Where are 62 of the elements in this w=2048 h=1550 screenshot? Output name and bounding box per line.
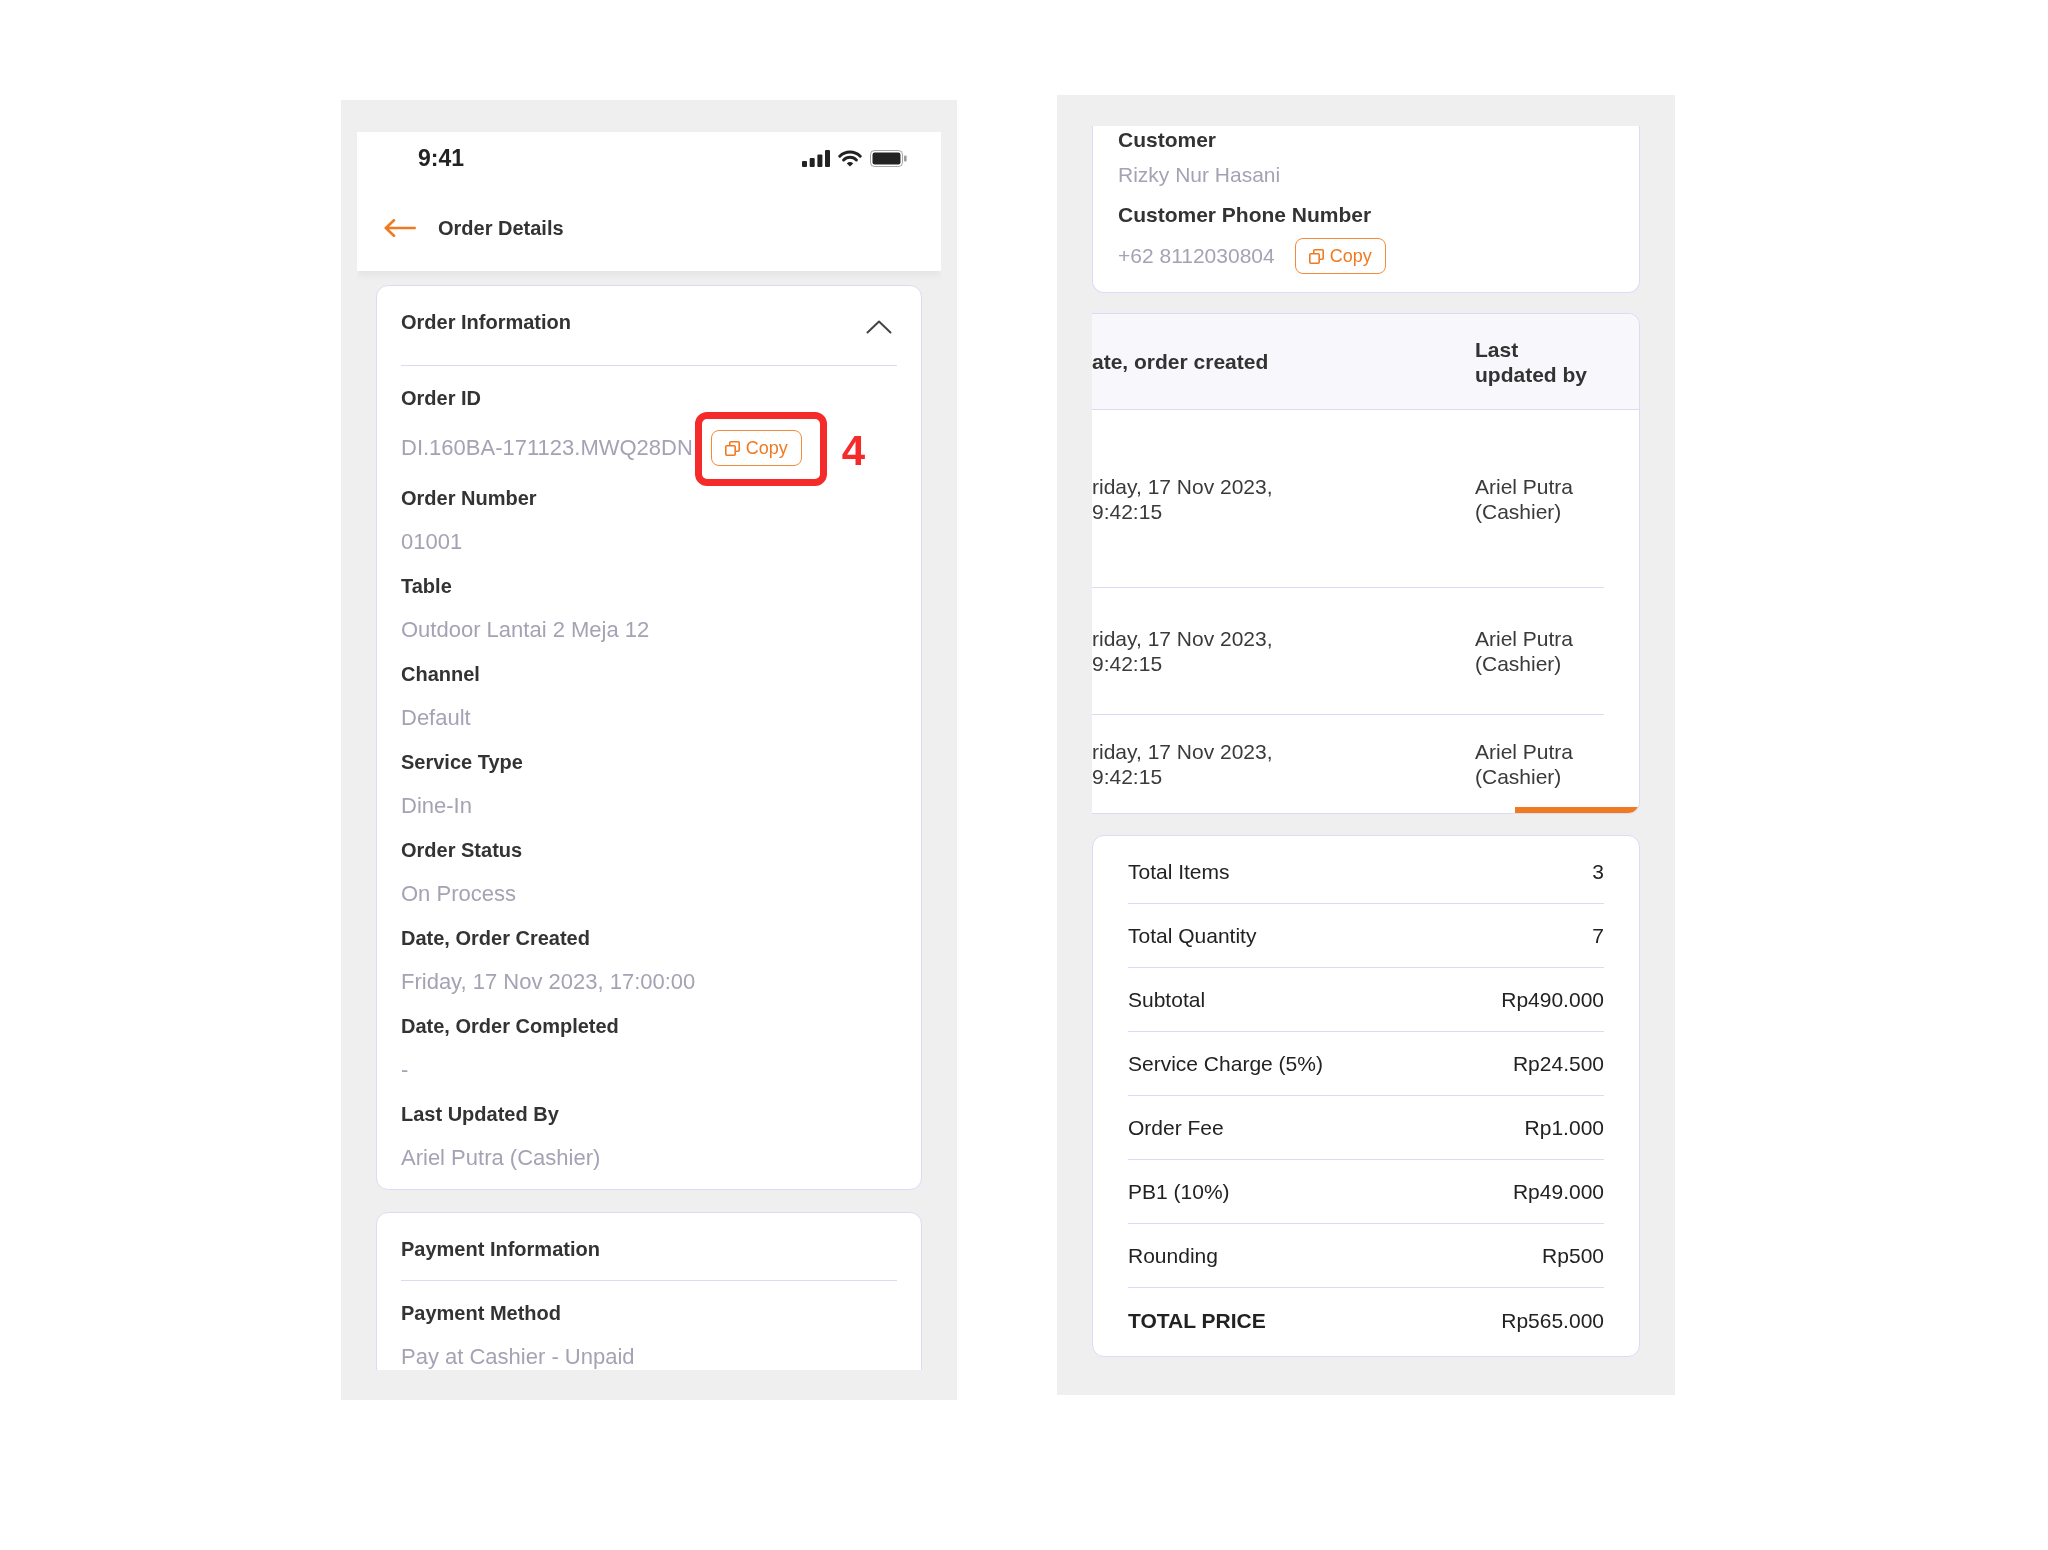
page-title: Order Details xyxy=(438,215,564,240)
table-cell-text: riday, 17 Nov 2023, 9:42:15 xyxy=(1092,473,1274,524)
table-cell-text: riday, 17 Nov 2023, 9:42:15 xyxy=(1092,626,1274,676)
summary-label: Total Items xyxy=(1128,859,1230,884)
wifi-icon xyxy=(838,149,862,167)
copy-icon xyxy=(724,440,740,456)
summary-value: Rp1.000 xyxy=(1524,1115,1604,1140)
summary-label: Order Fee xyxy=(1128,1115,1224,1140)
field-label: Order ID xyxy=(401,386,482,410)
summary-value: Rp565.000 xyxy=(1501,1307,1604,1333)
field-value: On Process xyxy=(401,882,516,906)
field-label: Customer xyxy=(1118,128,1217,152)
copy-icon xyxy=(1308,248,1324,264)
summary-label: TOTAL PRICE xyxy=(1128,1307,1266,1333)
step-number: 4 xyxy=(841,430,866,472)
field-label: Customer Phone Number xyxy=(1118,203,1372,227)
summary-value: Rp490.000 xyxy=(1501,987,1604,1012)
summary-label: Total Quantity xyxy=(1128,923,1257,948)
field-label: Order Number xyxy=(401,486,537,510)
field-value: Outdoor Lantai 2 Meja 12 xyxy=(401,618,650,642)
field-label: Channel xyxy=(401,662,480,686)
table-cell-text: riday, 17 Nov 2023, 9:42:15 xyxy=(1092,739,1274,789)
field-label: Date, Order Completed xyxy=(401,1014,619,1038)
summary-value: Rp500 xyxy=(1542,1243,1604,1268)
summary-value: 3 xyxy=(1592,859,1604,884)
column-header: Last updated by xyxy=(1475,336,1588,387)
field-value: DI.160BA-171123.MWQ28DN xyxy=(401,436,693,460)
summary-label: Subtotal xyxy=(1128,987,1206,1012)
field-label: Order Status xyxy=(401,838,523,862)
field-value: Pay at Cashier - Unpaid xyxy=(401,1345,635,1369)
field-value: Ariel Putra (Cashier) xyxy=(401,1146,601,1170)
copy-button[interactable]: Copy xyxy=(710,430,802,466)
field-value: +62 8112030804 xyxy=(1118,244,1275,268)
summary-label: PB1 (10%) xyxy=(1128,1179,1230,1204)
field-label: Last Updated By xyxy=(401,1102,559,1126)
battery-icon xyxy=(870,149,907,167)
summary-value: Rp24.500 xyxy=(1512,1051,1604,1076)
table-cell-text: Ariel Putra (Cashier) xyxy=(1475,739,1575,789)
field-value: Default xyxy=(401,706,471,730)
section-title: Order Information xyxy=(401,310,571,334)
field-value: - xyxy=(401,1058,409,1082)
field-value: Rizky Nur Hasani xyxy=(1118,163,1281,187)
field-label: Date, Order Created xyxy=(401,926,590,950)
column-header: ate, order created xyxy=(1092,349,1269,374)
back-arrow-icon[interactable] xyxy=(384,218,416,237)
summary-label: Rounding xyxy=(1128,1243,1218,1268)
field-label: Payment Method xyxy=(401,1301,562,1325)
field-value: Dine-In xyxy=(401,794,472,818)
table-cell-text: Ariel Putra (Cashier) xyxy=(1475,626,1575,676)
summary-value: Rp49.000 xyxy=(1512,1179,1604,1204)
field-value: 01001 xyxy=(401,530,463,554)
summary-value: 7 xyxy=(1592,923,1604,948)
signal-icon xyxy=(802,149,830,167)
field-value: Friday, 17 Nov 2023, 17:00:00 xyxy=(401,970,696,994)
field-label: Table xyxy=(401,574,452,598)
table-cell-text: Ariel Putra (Cashier) xyxy=(1475,473,1575,524)
status-time: 9:41 xyxy=(418,146,465,170)
field-label: Service Type xyxy=(401,750,523,774)
section-title: Payment Information xyxy=(401,1237,600,1261)
copy-button[interactable]: Copy xyxy=(1294,238,1386,274)
chevron-up-icon[interactable] xyxy=(866,320,892,334)
summary-label: Service Charge (5%) xyxy=(1128,1051,1323,1076)
